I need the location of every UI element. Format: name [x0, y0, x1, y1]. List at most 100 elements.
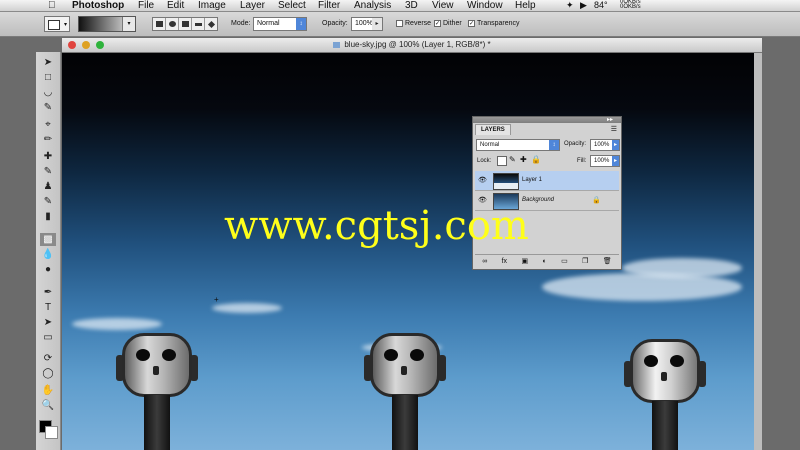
tool-preset-picker[interactable]: ▾ — [44, 16, 70, 32]
dodge-tool-icon[interactable]: ● — [40, 263, 56, 276]
radial-gradient-button[interactable] — [166, 18, 179, 30]
chevron-down-icon[interactable]: ▾ — [122, 17, 135, 31]
fill-field[interactable]: 100% ▸ — [590, 155, 620, 167]
crop-tool-icon[interactable]: ⌖ — [40, 118, 56, 131]
panel-title-bar[interactable]: ▸▸ — [473, 117, 621, 123]
color-swatches[interactable] — [39, 420, 58, 439]
menu-app[interactable]: Photoshop — [72, 0, 124, 11]
linear-gradient-button[interactable] — [153, 18, 166, 30]
layers-panel-footer: ∞ fx ▣ ◐ ▭ ❐ 🗑 — [475, 254, 619, 267]
background-color[interactable] — [45, 426, 58, 439]
reverse-checkbox[interactable] — [396, 20, 403, 27]
eye-icon[interactable]: 👁 — [478, 177, 487, 184]
layer-style-icon[interactable]: fx — [502, 258, 507, 265]
menu-analysis[interactable]: Analysis — [354, 0, 391, 11]
menu-help[interactable]: Help — [515, 0, 536, 11]
new-layer-icon[interactable]: ❐ — [582, 257, 588, 265]
delete-layer-icon[interactable]: 🗑 — [603, 257, 612, 265]
panel-menu-icon[interactable]: ☰ — [611, 125, 617, 133]
menu-filter[interactable]: Filter — [318, 0, 340, 11]
angle-gradient-button[interactable] — [179, 18, 192, 30]
pen-tool-icon[interactable]: ✒ — [40, 286, 56, 299]
layer-opacity-field[interactable]: 100% ▸ — [590, 139, 620, 151]
gradient-tool-icon — [48, 20, 60, 30]
opacity-field[interactable]: 100% ▸ — [351, 17, 383, 31]
toolbox: ➤ □ ◡ ✎ ⌖ ✏ ✚ ✎ ♟ ✎ ▮ ▩ 💧 ● ✒ T ➤ ▭ ⟳ ◯ … — [36, 52, 61, 450]
lock-icon: 🔒 — [592, 197, 601, 204]
mode-select[interactable]: Normal ↕ — [253, 17, 307, 31]
linear-gradient-icon — [155, 21, 163, 27]
menu-select[interactable]: Select — [278, 0, 306, 11]
crosshair-cursor: + — [214, 295, 219, 304]
blend-mode-select[interactable]: Normal ↕ — [476, 139, 560, 151]
script-icon[interactable]: ✦ — [566, 0, 574, 11]
path-selection-tool-icon[interactable]: ➤ — [40, 316, 56, 329]
viewer-head — [370, 333, 440, 397]
viewer-slot — [153, 366, 159, 375]
close-window-button[interactable] — [68, 41, 76, 49]
healing-brush-tool-icon[interactable]: ✚ — [40, 150, 56, 163]
marquee-tool-icon[interactable]: □ — [40, 71, 56, 84]
document-icon — [333, 41, 341, 48]
transparency-checkbox[interactable]: ✓ — [468, 20, 475, 27]
lock-transparent-pixels-icon[interactable] — [497, 156, 507, 166]
brush-tool-icon[interactable]: ✎ — [40, 165, 56, 178]
3d-orbit-tool-icon[interactable]: ◯ — [40, 367, 56, 380]
tab-layers[interactable]: LAYERS — [475, 124, 511, 135]
adjustment-layer-icon[interactable]: ◐ — [543, 258, 547, 265]
dither-checkbox[interactable]: ✓ — [434, 20, 441, 27]
menu-image[interactable]: Image — [198, 0, 226, 11]
bluetooth-icon[interactable]: ▶ — [580, 0, 587, 11]
menu-edit[interactable]: Edit — [167, 0, 184, 11]
link-layers-icon[interactable]: ∞ — [482, 258, 487, 265]
zoom-window-button[interactable] — [96, 41, 104, 49]
menu-view[interactable]: View — [432, 0, 454, 11]
zoom-tool-icon[interactable]: 🔍 — [40, 399, 56, 412]
shape-tool-icon[interactable]: ▭ — [40, 331, 56, 344]
menu-file[interactable]: File — [138, 0, 154, 11]
quick-select-tool-icon[interactable]: ✎ — [40, 101, 56, 114]
viewer-eyepiece — [410, 349, 424, 361]
viewer-eyepiece — [644, 355, 658, 367]
opacity-value: 100% — [355, 20, 373, 27]
blur-tool-icon[interactable]: 💧 — [40, 248, 56, 261]
eraser-tool-icon[interactable]: ▮ — [40, 210, 56, 223]
eyedropper-tool-icon[interactable]: ✏ — [40, 133, 56, 146]
blend-mode-value: Normal — [480, 142, 500, 148]
3d-rotate-tool-icon[interactable]: ⟳ — [40, 352, 56, 365]
collapse-icon[interactable]: ▸▸ — [607, 116, 613, 123]
diamond-gradient-button[interactable] — [205, 18, 217, 30]
layer-mask-icon[interactable]: ▣ — [521, 257, 528, 265]
viewer-post — [392, 395, 418, 450]
menu-layer[interactable]: Layer — [240, 0, 265, 11]
opacity-label: Opacity: — [322, 20, 348, 27]
layer-opacity-label: Opacity: — [564, 141, 587, 147]
menu-3d[interactable]: 3D — [405, 0, 418, 11]
vertical-scrollbar[interactable] — [754, 53, 762, 450]
gradient-swatch[interactable]: ▾ — [78, 16, 136, 32]
hand-tool-icon[interactable]: ✋ — [40, 384, 56, 397]
gradient-type-buttons — [152, 17, 218, 31]
move-tool-icon[interactable]: ➤ — [40, 56, 56, 69]
menu-window[interactable]: Window — [467, 0, 503, 11]
lasso-tool-icon[interactable]: ◡ — [40, 86, 56, 99]
lock-position-icon[interactable]: ✚ — [520, 155, 527, 164]
layer-name[interactable]: Layer 1 — [522, 177, 542, 183]
fill-label: Fill: — [577, 158, 587, 164]
layer-opacity-value: 100% — [594, 142, 610, 148]
type-tool-icon[interactable]: T — [40, 301, 56, 314]
new-group-icon[interactable]: ▭ — [561, 257, 568, 265]
lock-all-icon[interactable]: 🔒 — [531, 155, 541, 164]
gradient-tool-icon[interactable]: ▩ — [40, 233, 56, 246]
history-brush-tool-icon[interactable]: ✎ — [40, 195, 56, 208]
lock-image-pixels-icon[interactable]: ✎ — [509, 155, 516, 164]
diamond-gradient-icon — [207, 20, 215, 28]
dither-label: Dither — [443, 20, 462, 27]
layer-row-layer-1[interactable]: 👁 Layer 1 — [475, 171, 619, 191]
viewer-head — [630, 339, 700, 403]
apple-icon[interactable]:  — [48, 0, 56, 11]
clone-stamp-tool-icon[interactable]: ♟ — [40, 180, 56, 193]
image-canvas[interactable]: + — [62, 53, 754, 450]
minimize-window-button[interactable] — [82, 41, 90, 49]
reflected-gradient-button[interactable] — [192, 18, 205, 30]
